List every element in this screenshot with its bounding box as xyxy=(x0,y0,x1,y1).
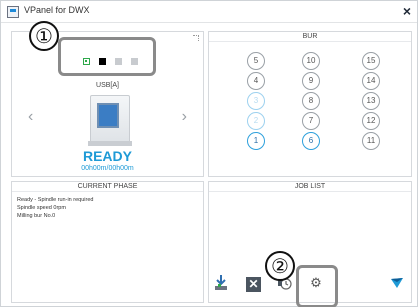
bur-slot-4[interactable]: 4 xyxy=(247,72,265,90)
spindle-speed-line: Spindle speed 0rpm xyxy=(17,205,66,211)
current-phase-header: CURRENT PHASE xyxy=(12,182,203,192)
next-device-arrow[interactable]: › xyxy=(182,108,187,126)
bur-slot-9[interactable]: 9 xyxy=(302,72,320,90)
bur-slot-7[interactable]: 7 xyxy=(302,112,320,130)
bur-slot-11[interactable]: 11 xyxy=(362,132,380,150)
load-job-button[interactable] xyxy=(211,272,231,294)
machine-image xyxy=(88,95,132,146)
bur-header: BUR xyxy=(209,32,411,42)
bur-slot-10[interactable]: 10 xyxy=(302,52,320,70)
previous-device-arrow[interactable]: ‹ xyxy=(28,108,33,126)
milling-bur-line: Milling bur No.0 xyxy=(17,213,56,219)
bur-slot-8[interactable]: 8 xyxy=(302,92,320,110)
triangle-menu-icon xyxy=(391,278,403,288)
load-job-icon xyxy=(215,275,227,290)
machine-base xyxy=(88,141,132,146)
status-text: READY xyxy=(82,148,132,164)
callout-1-box xyxy=(58,37,156,76)
bur-panel: BUR 5 10 15 4 9 14 3 8 13 2 7 12 1 6 11 xyxy=(208,31,412,177)
delete-job-button[interactable]: ✕ xyxy=(246,277,261,292)
bur-slot-1[interactable]: 1 xyxy=(247,132,265,150)
app-icon xyxy=(7,6,19,18)
phase-status-line: Ready - Spindle run-in required xyxy=(17,197,94,203)
bur-slot-2[interactable]: 2 xyxy=(247,112,265,130)
callout-2-number: ② xyxy=(265,251,295,281)
bur-slot-12[interactable]: 12 xyxy=(362,112,380,130)
window-title: VPanel for DWX xyxy=(24,5,90,15)
elapsed-time: 00h00m/00h00m xyxy=(81,165,134,172)
app-window: VPanel for DWX × USB[A] ‹ › READY 00h00m… xyxy=(0,0,418,307)
current-phase-panel: CURRENT PHASE Ready - Spindle run-in req… xyxy=(11,181,204,303)
connection-label: USB[A] xyxy=(96,82,119,89)
close-button[interactable]: × xyxy=(403,3,411,19)
bur-slot-5[interactable]: 5 xyxy=(247,52,265,70)
expand-icon[interactable] xyxy=(193,35,199,41)
callout-1-number: ① xyxy=(29,21,59,51)
bur-slot-13[interactable]: 13 xyxy=(362,92,380,110)
job-list-header: JOB LIST xyxy=(209,182,411,192)
title-bar: VPanel for DWX × xyxy=(1,1,417,23)
vpanel-menu-button[interactable] xyxy=(387,272,407,294)
bur-slot-6[interactable]: 6 xyxy=(302,132,320,150)
bur-slot-15[interactable]: 15 xyxy=(362,52,380,70)
callout-2-box xyxy=(296,265,338,307)
bur-slot-14[interactable]: 14 xyxy=(362,72,380,90)
bur-slot-3[interactable]: 3 xyxy=(247,92,265,110)
machine-screen xyxy=(97,103,119,128)
